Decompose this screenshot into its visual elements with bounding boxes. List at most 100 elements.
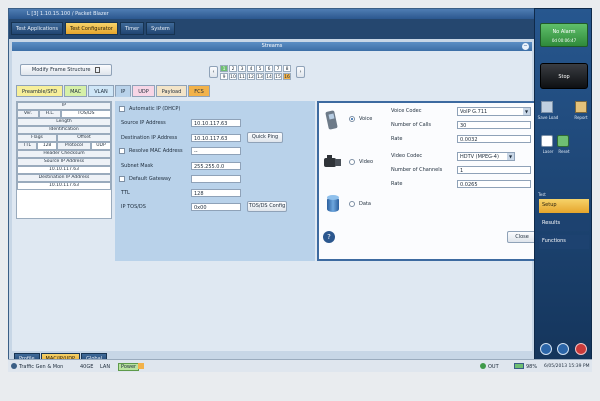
protocol-tab-bar: Preamble/SFD MAC VLAN IP UDP Payload FCS xyxy=(16,85,236,99)
output-status-icon xyxy=(480,363,486,369)
source-ip-label: Source IP Address xyxy=(121,120,166,126)
functions-menu-item[interactable]: Functions xyxy=(539,235,589,249)
tab-udp[interactable]: UDP xyxy=(132,85,155,97)
ip-header-diagram: IP Ver. H.L. TOS/DS Length Identificatio… xyxy=(16,101,112,219)
data-label: Data xyxy=(359,201,371,207)
ip-header-version: Ver. xyxy=(17,110,39,118)
tab-test-applications[interactable]: Test Applications xyxy=(11,22,63,35)
ip-tos-input[interactable]: 0x00 xyxy=(191,203,241,211)
data-radio[interactable] xyxy=(349,201,355,207)
tab-system[interactable]: System xyxy=(146,22,175,35)
tab-mac[interactable]: MAC xyxy=(64,85,88,97)
stream-13[interactable]: 13 xyxy=(256,73,264,80)
info-round-icon[interactable] xyxy=(557,343,569,355)
voice-radio[interactable] xyxy=(349,116,355,122)
subnet-mask-input[interactable]: 255.255.0.0 xyxy=(191,162,241,170)
phone-icon xyxy=(325,109,339,131)
results-menu-item[interactable]: Results xyxy=(539,217,589,231)
video-rate-value: 0.0265 xyxy=(457,180,531,188)
video-radio[interactable] xyxy=(349,159,355,165)
app-window: L [3] 1.10.15.100 / Packet Blazer Test A… xyxy=(8,8,592,372)
stream-16[interactable]: 16 xyxy=(283,73,291,80)
stream-5[interactable]: 5 xyxy=(256,65,264,72)
ip-header-flags: Flags xyxy=(17,134,57,142)
next-stream-button[interactable]: › xyxy=(296,66,305,78)
modify-frame-structure-button[interactable]: Modify Frame Structure xyxy=(20,64,112,76)
tab-test-configurator[interactable]: Test Configurator xyxy=(64,22,118,35)
ip-header-source-value: 10.10.117.63 xyxy=(17,166,111,174)
default-gateway-checkbox[interactable] xyxy=(119,176,125,182)
number-of-channels-input[interactable]: 1 xyxy=(457,166,531,174)
app-label: Traffic Gen & Mon xyxy=(19,364,64,370)
laser-icon[interactable] xyxy=(541,135,553,147)
document-icon xyxy=(95,66,101,73)
voice-codec-value: VoIP G.711 xyxy=(460,109,488,115)
stream-7[interactable]: 7 xyxy=(274,65,282,72)
stream-4[interactable]: 4 xyxy=(247,65,255,72)
stream-15[interactable]: 15 xyxy=(274,73,282,80)
reset-icon[interactable] xyxy=(557,135,569,147)
stop-button[interactable]: Stop xyxy=(540,63,588,89)
resolve-mac-checkbox[interactable] xyxy=(119,148,125,154)
stream-12[interactable]: 12 xyxy=(247,73,255,80)
prev-stream-button[interactable]: ‹ xyxy=(209,66,218,78)
ip-header-ttl-value: 128 xyxy=(37,142,57,150)
voice-codec-select[interactable]: VoIP G.711 ▼ xyxy=(457,107,531,116)
ttl-label: TTL xyxy=(121,190,130,196)
close-button[interactable]: Close xyxy=(507,231,537,243)
tab-preamble-sfd[interactable]: Preamble/SFD xyxy=(16,85,64,97)
alarm-label: No Alarm xyxy=(552,29,576,35)
status-bar: Traffic Gen & Mon 40GE LAN Power OUT 98%… xyxy=(8,359,592,372)
report-icon[interactable] xyxy=(575,101,587,113)
tos-config-button[interactable]: TOS/DS Config xyxy=(247,201,287,212)
tab-ip[interactable]: IP xyxy=(114,85,132,97)
number-of-calls-input[interactable]: 30 xyxy=(457,121,531,129)
stream-3[interactable]: 3 xyxy=(238,65,246,72)
streams-header: Streams − xyxy=(12,42,532,51)
stream-1[interactable]: 1 xyxy=(220,65,228,72)
ip-header-total-length: Length xyxy=(17,118,111,126)
stream-2[interactable]: 2 xyxy=(229,65,237,72)
battery-label: 98% xyxy=(526,364,538,370)
stream-8[interactable]: 8 xyxy=(283,65,291,72)
streams-title: Streams xyxy=(261,43,283,49)
stream-14[interactable]: 14 xyxy=(265,73,273,80)
tab-payload[interactable]: Payload xyxy=(155,85,188,97)
help-icon[interactable]: ? xyxy=(323,231,335,243)
quick-ping-button[interactable]: Quick Ping xyxy=(247,132,283,143)
source-ip-input[interactable]: 10.10.117.63 xyxy=(191,119,241,127)
ip-header-source-label: Source IP Address xyxy=(17,158,111,166)
ip-settings-form: Automatic IP (DHCP) Source IP Address 10… xyxy=(115,101,315,261)
voice-codec-label: Voice Codec xyxy=(391,108,422,114)
stream-11[interactable]: 11 xyxy=(238,73,246,80)
stream-10[interactable]: 10 xyxy=(229,73,237,80)
automatic-ip-checkbox[interactable] xyxy=(119,106,125,112)
ttl-input[interactable]: 128 xyxy=(191,189,241,197)
help-round-icon[interactable] xyxy=(540,343,552,355)
destination-ip-input[interactable]: 10.10.117.63 xyxy=(191,134,241,142)
app-status-icon xyxy=(11,363,17,369)
main-tab-bar: Test Applications Test Configurator Time… xyxy=(9,19,535,39)
tab-fcs[interactable]: FCS xyxy=(188,85,210,97)
video-codec-select[interactable]: HDTV (MPEG-4) ▼ xyxy=(457,152,515,161)
stream-9[interactable]: 9 xyxy=(220,73,228,80)
setup-menu-item[interactable]: Setup xyxy=(539,199,589,213)
voice-label: Voice xyxy=(359,116,373,122)
resolve-mac-value: -- xyxy=(191,147,241,155)
video-codec-label: Video Codec xyxy=(391,153,423,159)
database-icon xyxy=(327,195,339,213)
chevron-right-icon: › xyxy=(299,69,302,75)
window-title: L [3] 1.10.15.100 / Packet Blazer xyxy=(27,11,109,17)
codec-dialog: Voice Voice Codec VoIP G.711 ▼ Number of… xyxy=(317,101,541,261)
modify-frame-label: Modify Frame Structure xyxy=(31,67,91,73)
stream-6[interactable]: 6 xyxy=(265,65,273,72)
tab-vlan[interactable]: VLAN xyxy=(88,85,114,97)
stream-config-panel: Modify Frame Structure ‹ 1 2 3 4 5 6 7 8… xyxy=(12,51,541,364)
collapse-icon[interactable]: − xyxy=(522,43,529,50)
default-gateway-input[interactable] xyxy=(191,175,241,183)
save-icon[interactable] xyxy=(541,101,553,113)
datetime-label: 6/05/2013 15:39 PM xyxy=(544,364,590,369)
tab-timer[interactable]: Timer xyxy=(119,22,145,35)
test-section-label: Test xyxy=(538,192,546,197)
power-icon[interactable] xyxy=(575,343,587,355)
